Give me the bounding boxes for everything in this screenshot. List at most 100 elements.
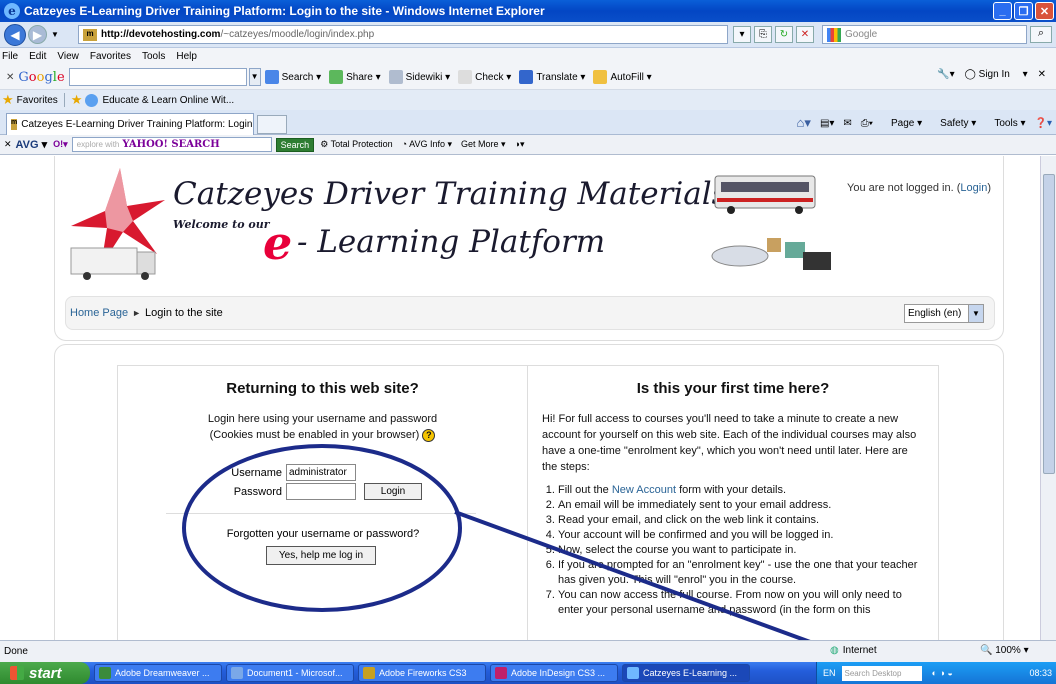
site-banner: Catzeyes Driver Training Materials Welco…: [65, 156, 831, 286]
username-input[interactable]: [286, 464, 356, 481]
menu-help[interactable]: Help: [176, 51, 197, 62]
refresh-icon[interactable]: ↻: [775, 26, 793, 43]
login-link[interactable]: Login: [960, 182, 987, 194]
avg-logo[interactable]: AVG ▾: [16, 138, 48, 151]
print-icon[interactable]: ⎙▾: [861, 118, 873, 129]
google-search-input[interactable]: [68, 68, 247, 86]
search-icon[interactable]: ⌕: [1030, 26, 1052, 43]
zoom-level[interactable]: 🔍 100% ▾: [980, 645, 1029, 656]
command-bar: ⌂▾ ▤▾ ✉ ⎙▾ Page ▾ Safety ▾ Tools ▾ ❓▾: [788, 115, 1052, 131]
banner-subtitle: - Learning Platform: [297, 224, 606, 260]
banner-e-letter: e: [263, 216, 293, 270]
home-icon[interactable]: ⌂▾: [797, 115, 811, 131]
breadcrumb-home[interactable]: Home Page: [70, 307, 128, 319]
recent-pages-icon[interactable]: ▼: [51, 30, 59, 39]
scrollbar-thumb[interactable]: [1043, 174, 1055, 474]
main-card: Returning to this web site? Login here u…: [54, 344, 1004, 640]
menu-edit[interactable]: Edit: [29, 51, 46, 62]
new-account-link[interactable]: New Account: [612, 484, 676, 496]
favorites-button[interactable]: Favorites: [17, 95, 58, 106]
compatibility-icon[interactable]: ⎘: [754, 26, 772, 43]
google-sidewiki-button[interactable]: Sidewiki ▾: [388, 70, 450, 84]
menu-bar: File Edit View Favorites Tools Help: [0, 48, 1056, 65]
divider: [166, 513, 476, 514]
help-me-login-button[interactable]: Yes, help me log in: [266, 546, 376, 565]
list-item: Now, select the course you want to parti…: [558, 543, 924, 558]
google-autofill-button[interactable]: AutoFill ▾: [593, 70, 652, 84]
help-icon[interactable]: ?: [422, 428, 436, 442]
safety-menu[interactable]: Safety ▾: [931, 118, 976, 129]
avg-info[interactable]: ◔ AVG Info ▾: [402, 139, 452, 150]
avg-search-button[interactable]: Search: [275, 137, 315, 152]
avg-close-icon[interactable]: ✕: [4, 139, 12, 150]
desktop-search-input[interactable]: Search Desktop: [841, 665, 922, 681]
status-text: Done: [4, 646, 28, 657]
language-indicator[interactable]: EN: [823, 668, 836, 678]
address-toolbar: ◀ ▶ ▼ m http://devotehosting.com/~catzey…: [0, 22, 1056, 48]
address-dropdown-icon[interactable]: ▾: [733, 26, 751, 43]
search-input[interactable]: Google: [822, 25, 1027, 44]
avg-menu-icon[interactable]: O!▾: [53, 139, 68, 150]
login-button[interactable]: Login: [364, 483, 422, 500]
feeds-icon[interactable]: ▤▾: [820, 118, 834, 129]
language-select[interactable]: English (en) ▼: [904, 304, 984, 323]
avg-extra-icon[interactable]: ◑▾: [515, 139, 525, 150]
avg-total-protection[interactable]: ⚙ Total Protection: [320, 139, 392, 150]
taskbar-item[interactable]: Adobe Fireworks CS3: [358, 664, 486, 682]
close-toolbar-icon[interactable]: ✕: [6, 72, 14, 83]
google-translate-button[interactable]: Translate ▾: [519, 70, 585, 84]
username-row: Username: [118, 464, 528, 481]
address-input[interactable]: m http://devotehosting.com/~catzeyes/moo…: [78, 25, 728, 44]
vertical-scrollbar[interactable]: [1040, 156, 1056, 640]
avg-search-input[interactable]: explore with YAHOO! SEARCH: [71, 137, 272, 152]
back-button[interactable]: ◀: [4, 23, 26, 46]
page-menu[interactable]: Page ▾: [882, 118, 922, 129]
tray-icons[interactable]: ◐ ◑ ◒: [932, 668, 953, 678]
favorites-star-icon[interactable]: ★: [2, 92, 14, 108]
menu-tools[interactable]: Tools: [142, 51, 165, 62]
login-heading: Returning to this web site?: [226, 380, 419, 397]
taskbar-item[interactable]: Adobe InDesign CS3 ...: [490, 664, 618, 682]
wrench-icon[interactable]: 🔧▾: [937, 69, 954, 80]
taskbar-item[interactable]: Document1 - Microsof...: [226, 664, 354, 682]
google-sign-in[interactable]: ◯ Sign In ▾: [965, 69, 1028, 80]
tab-active[interactable]: m Catzeyes E-Learning Driver Training Pl…: [6, 113, 254, 135]
toolbar-close-icon[interactable]: ✕: [1038, 69, 1046, 80]
google-share-button[interactable]: Share ▾: [329, 70, 381, 84]
mail-icon[interactable]: ✉: [843, 118, 851, 129]
add-favorite-icon[interactable]: ★: [71, 92, 83, 108]
google-search-button[interactable]: Search ▾: [264, 70, 321, 84]
new-tab-button[interactable]: [257, 115, 287, 134]
taskbar-item-active[interactable]: Catzeyes E-Learning ...: [622, 664, 750, 682]
menu-favorites[interactable]: Favorites: [90, 51, 131, 62]
google-check-button[interactable]: Check ▾: [458, 70, 511, 84]
status-bar: Done ◍ Internet 🔍 100% ▾: [0, 640, 1056, 662]
login-intro: Login here using your username and passw…: [207, 413, 438, 442]
password-input[interactable]: [286, 483, 356, 500]
login-panel: Returning to this web site? Login here u…: [118, 366, 528, 640]
menu-view[interactable]: View: [57, 51, 79, 62]
favorite-link[interactable]: Educate & Learn Online Wit...: [85, 93, 234, 107]
banner-welcome: Welcome to our: [173, 218, 270, 231]
help-icon[interactable]: ❓▾: [1035, 118, 1052, 129]
login-box: Returning to this web site? Login here u…: [117, 365, 939, 640]
security-zone: ◍ Internet: [830, 645, 877, 656]
avg-toolbar: ✕ AVG ▾ O!▾ explore with YAHOO! SEARCH S…: [0, 135, 1056, 155]
menu-file[interactable]: File: [2, 51, 18, 62]
google-search-dropdown[interactable]: ▼: [248, 68, 261, 86]
list-item: Your account will be confirmed and you w…: [558, 528, 924, 543]
taskbar-item[interactable]: Adobe Dreamweaver ...: [94, 664, 222, 682]
stop-icon[interactable]: ✕: [796, 26, 814, 43]
site-favicon: m: [83, 28, 97, 41]
start-button[interactable]: start: [0, 662, 90, 684]
banner-vehicles-icon: [711, 175, 831, 270]
banner-title: Catzeyes Driver Training Materials: [173, 176, 728, 212]
close-button[interactable]: ✕: [1035, 2, 1054, 20]
maximize-button[interactable]: ❐: [1014, 2, 1033, 20]
forward-button[interactable]: ▶: [28, 25, 47, 44]
tools-menu[interactable]: Tools ▾: [985, 118, 1025, 129]
avg-get-more[interactable]: Get More ▾: [461, 139, 506, 150]
signup-panel: Is this your first time here? Hi! For fu…: [528, 366, 938, 640]
minimize-button[interactable]: _: [993, 2, 1012, 20]
list-item: If you are prompted for an "enrolment ke…: [558, 558, 924, 588]
